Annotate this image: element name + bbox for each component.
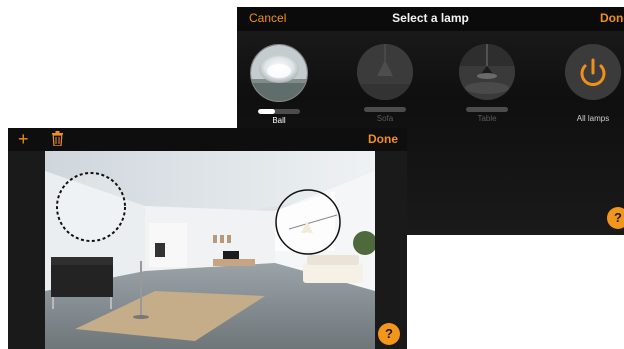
brightness-fill-ball bbox=[258, 109, 275, 114]
room-panel: + Done ? bbox=[8, 128, 407, 349]
select-lamp-header: Cancel Select a lamp Done bbox=[237, 7, 624, 31]
power-icon bbox=[580, 58, 606, 86]
lamp-item-ball[interactable]: Ball bbox=[249, 44, 309, 125]
lamp-label-sofa: Sofa bbox=[376, 114, 394, 123]
help-button[interactable]: ? bbox=[607, 207, 624, 229]
lamp-thumbnail-ball[interactable] bbox=[250, 44, 308, 102]
add-lamp-button[interactable]: + bbox=[18, 128, 29, 150]
room-done-button[interactable]: Done bbox=[368, 132, 398, 146]
lamp-item-sofa[interactable]: Sofa bbox=[355, 44, 415, 123]
lamp-label-table: Table bbox=[477, 114, 497, 123]
brightness-bar-sofa[interactable] bbox=[364, 107, 406, 112]
lamp-label-all: All lamps bbox=[576, 114, 610, 123]
lamp-thumbnail-sofa[interactable] bbox=[357, 44, 413, 100]
brightness-bar-table[interactable] bbox=[466, 107, 508, 112]
room-help-button[interactable]: ? bbox=[378, 323, 400, 345]
lamp-thumbnail-table[interactable] bbox=[459, 44, 515, 100]
room-header: + Done bbox=[8, 128, 407, 151]
panel-title: Select a lamp bbox=[392, 11, 469, 25]
done-button[interactable]: Done bbox=[600, 11, 624, 25]
lamp-label-ball: Ball bbox=[272, 116, 286, 125]
power-button[interactable] bbox=[565, 44, 621, 100]
lamp-item-all[interactable]: All lamps bbox=[563, 44, 623, 123]
lamp-item-table[interactable]: Table bbox=[457, 44, 517, 123]
brightness-bar-ball[interactable] bbox=[258, 109, 300, 114]
room-photo[interactable] bbox=[45, 151, 375, 349]
trash-icon[interactable] bbox=[52, 131, 63, 146]
